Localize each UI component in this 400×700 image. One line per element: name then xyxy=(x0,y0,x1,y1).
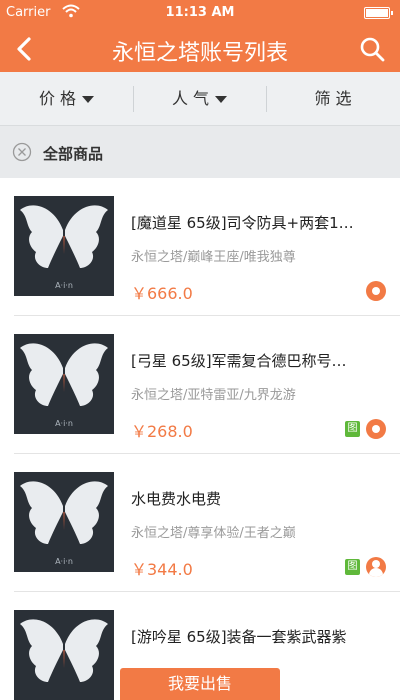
caret-down-icon xyxy=(215,96,228,103)
close-circle-icon[interactable] xyxy=(12,142,32,162)
status-bar: Carrier 11:13 AM xyxy=(0,0,400,26)
orange-dot-badge-icon xyxy=(366,281,386,301)
item-price: ￥268.0 xyxy=(131,422,193,441)
item-subtitle: 永恒之塔/亚特雷亚/九界龙游 xyxy=(131,388,296,403)
item-title: 水电费水电费 xyxy=(131,490,222,508)
filter-popularity-label: 人 气 xyxy=(171,89,210,108)
filter-popularity[interactable]: 人 气 xyxy=(133,72,266,126)
green-tag-badge-icon: 图 xyxy=(345,421,360,437)
all-goods-bar: 全部商品 xyxy=(0,126,400,178)
wings-thumbnail: A·i·n xyxy=(14,334,114,434)
list-item[interactable]: A·i·n 水电费水电费 永恒之塔/尊享体验/王者之巅 ￥344.0 图 xyxy=(0,454,400,592)
filter-price-label: 价 格 xyxy=(38,89,77,108)
filter-screen[interactable]: 筛 选 xyxy=(266,72,400,126)
item-price: ￥344.0 xyxy=(131,560,193,579)
item-title: [弓星 65级]军需复合德巴称号… xyxy=(131,352,347,370)
caret-down-icon xyxy=(82,96,95,103)
page-title: 永恒之塔账号列表 xyxy=(111,41,288,66)
item-title: [游吟星 65级]装备一套紫武器紫 xyxy=(131,628,347,646)
orange-dot-badge-icon xyxy=(366,419,386,439)
clock: 11:13 AM xyxy=(165,5,235,20)
sell-button[interactable]: 我要出售 xyxy=(120,668,280,700)
filter-bar: 价 格 人 气 筛 选 xyxy=(0,72,400,126)
battery-icon xyxy=(364,7,393,19)
list-item[interactable]: A·i·n [魔道星 65级]司令防具+两套1… 永恒之塔/巅峰王座/唯我独尊 … xyxy=(0,178,400,316)
item-subtitle: 永恒之塔/巅峰王座/唯我独尊 xyxy=(131,250,296,265)
list-item[interactable]: A·i·n [弓星 65级]军需复合德巴称号… 永恒之塔/亚特雷亚/九界龙游 ￥… xyxy=(0,316,400,454)
product-list: A·i·n [魔道星 65级]司令防具+两套1… 永恒之塔/巅峰王座/唯我独尊 … xyxy=(0,178,400,700)
item-title: [魔道星 65级]司令防具+两套1… xyxy=(131,214,354,232)
navigation-bar: 永恒之塔账号列表 xyxy=(0,26,400,72)
chevron-left-icon[interactable] xyxy=(12,36,38,62)
all-goods-label: 全部商品 xyxy=(43,145,104,163)
user-badge-icon xyxy=(366,557,386,577)
green-tag-badge-icon: 图 xyxy=(345,559,360,575)
wings-thumbnail: A·i·n xyxy=(14,196,114,296)
svg-text:A·i·n: A·i·n xyxy=(55,419,73,428)
filter-price[interactable]: 价 格 xyxy=(0,72,133,126)
item-subtitle: 永恒之塔/尊享体验/王者之巅 xyxy=(131,526,296,541)
svg-text:A·i·n: A·i·n xyxy=(55,557,73,566)
filter-screen-label: 筛 选 xyxy=(314,89,352,108)
search-icon[interactable] xyxy=(358,35,386,63)
item-price: ￥666.0 xyxy=(131,284,193,303)
wings-thumbnail: A·i·n xyxy=(14,472,114,572)
wings-thumbnail xyxy=(14,610,114,700)
svg-text:A·i·n: A·i·n xyxy=(55,281,73,290)
